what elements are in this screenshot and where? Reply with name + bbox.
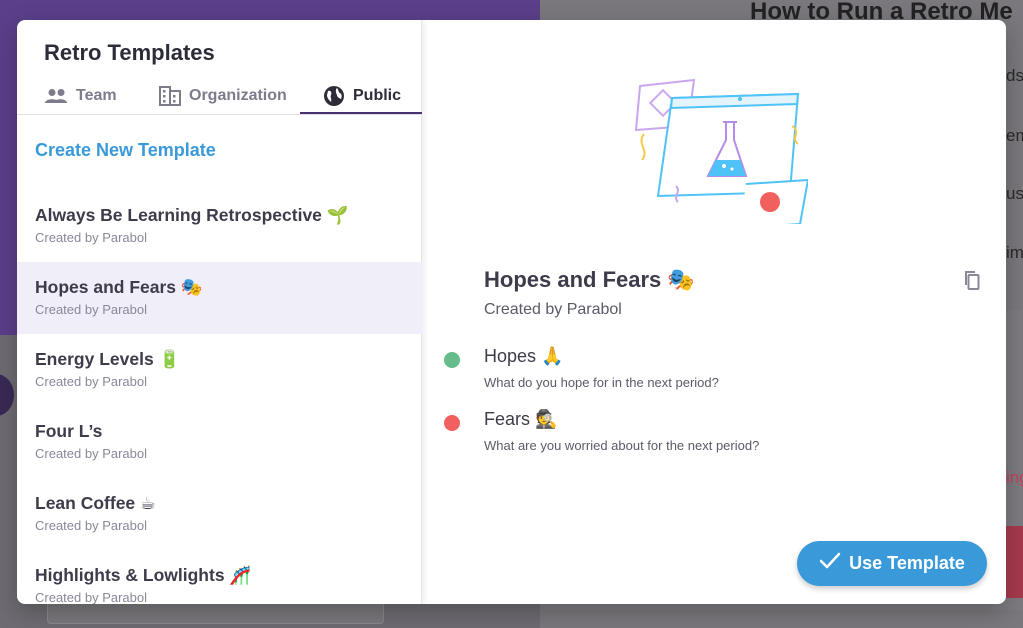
tab-organization[interactable]: Organization <box>159 78 287 114</box>
background-input <box>47 602 384 624</box>
template-list: Always Be Learning Retrospective 🌱 Creat… <box>17 190 422 604</box>
template-name: Hopes and Fears 🎭 <box>35 277 203 297</box>
template-author: Created by Parabol <box>35 590 148 604</box>
copy-icon[interactable] <box>962 270 980 295</box>
template-detail-author: Created by Parabol <box>484 301 622 318</box>
template-item[interactable]: Always Be Learning Retrospective 🌱 Creat… <box>17 190 422 262</box>
template-item[interactable]: Lean Coffee ☕ Created by Parabol <box>17 478 422 550</box>
organization-icon <box>159 86 181 106</box>
use-template-button[interactable]: Use Template <box>797 541 987 586</box>
template-item-selected[interactable]: Hopes and Fears 🎭 Created by Parabol <box>17 262 422 334</box>
prompt-question: Hopes 🙏 <box>484 346 564 366</box>
retro-templates-modal: Retro Templates Team Organization Public <box>17 20 1006 604</box>
prompt-question: Fears 🕵 <box>484 409 558 429</box>
template-item[interactable]: Energy Levels 🔋 Created by Parabol <box>17 334 422 406</box>
background-fragment: ds <box>1006 66 1023 85</box>
template-author: Created by Parabol <box>35 518 148 533</box>
create-new-template-link[interactable]: Create New Template <box>35 140 216 161</box>
template-author: Created by Parabol <box>35 446 148 461</box>
template-name: Energy Levels 🔋 <box>35 349 181 369</box>
background-fragment: ing <box>1006 468 1023 487</box>
prompt-color-dot <box>444 415 460 431</box>
template-author: Created by Parabol <box>35 302 148 317</box>
tab-public-label: Public <box>353 87 402 104</box>
active-tab-indicator <box>300 112 422 114</box>
template-author: Created by Parabol <box>35 230 148 245</box>
background-button <box>1006 526 1023 598</box>
prompt-description: What do you hope for in the next period? <box>484 375 719 390</box>
modal-title: Retro Templates <box>44 40 215 65</box>
tab-public[interactable]: Public <box>323 78 401 114</box>
template-item[interactable]: Four L’s Created by Parabol <box>17 406 422 478</box>
background-fragment: em <box>1006 126 1023 145</box>
background-fragment: uss <box>1006 184 1023 203</box>
use-template-label: Use Template <box>849 553 965 573</box>
template-detail-panel: Hopes and Fears 🎭 Created by Parabol Hop… <box>422 20 1006 604</box>
tab-organization-label: Organization <box>189 87 287 104</box>
template-name: Highlights & Lowlights 🎢 <box>35 565 252 585</box>
template-detail-title: Hopes and Fears 🎭 <box>484 267 695 292</box>
check-icon <box>819 552 841 575</box>
tab-team-label: Team <box>76 87 117 104</box>
prompt-description: What are you worried about for the next … <box>484 438 760 453</box>
background-avatar <box>0 374 14 416</box>
background-fragment: im <box>1006 243 1023 262</box>
tab-team[interactable]: Team <box>44 78 117 114</box>
template-tabs: Team Organization Public <box>17 78 422 115</box>
template-name: Four L’s <box>35 421 103 441</box>
template-illustration <box>632 74 810 229</box>
template-author: Created by Parabol <box>35 374 148 389</box>
globe-icon <box>323 85 345 107</box>
template-name: Always Be Learning Retrospective 🌱 <box>35 205 349 225</box>
template-item[interactable]: Highlights & Lowlights 🎢 Created by Para… <box>17 550 422 604</box>
prompt-color-dot <box>444 352 460 368</box>
template-name: Lean Coffee ☕ <box>35 493 156 513</box>
template-list-panel: Retro Templates Team Organization Public <box>17 20 422 604</box>
team-icon <box>44 88 68 104</box>
